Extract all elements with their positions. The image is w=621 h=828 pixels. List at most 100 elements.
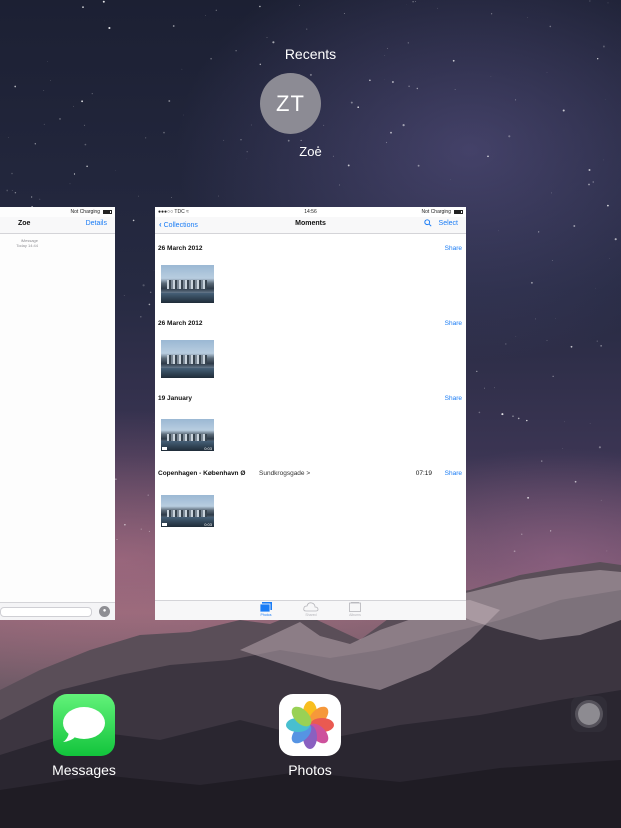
status-bar: ●●●○○ TDC ≈ 14:56 Not Charging [155,207,466,217]
moment-place-link[interactable]: Sundkrogsgade > [259,470,310,477]
moment-location: Copenhagen - København Ø [158,470,246,477]
search-icon[interactable] [424,219,432,229]
message-timestamp: Today 14:44 [16,243,38,248]
star [153,422,154,423]
share-button[interactable]: Share [445,395,462,402]
recents-title: Recents [284,46,337,62]
star [7,137,9,138]
star [515,99,517,101]
star [598,446,601,449]
share-button[interactable]: Share [445,320,462,327]
star [223,139,225,141]
star [527,496,530,499]
star [407,42,409,44]
star [564,421,565,423]
star [115,478,117,480]
share-button[interactable]: Share [445,245,462,252]
star [574,480,577,483]
star [218,195,219,197]
star [551,259,553,262]
star [73,105,75,107]
page-title: Moments [295,220,326,227]
photos-app-card[interactable]: ●●●○○ TDC ≈ 14:56 Not Charging ‹ Collect… [155,207,466,620]
star [266,37,268,38]
star [163,131,165,134]
battery-icon [103,210,112,214]
star [299,4,300,6]
star [81,100,84,103]
star [412,1,414,3]
photo-thumbnail[interactable] [161,265,214,303]
star [607,204,609,207]
star [603,159,605,161]
star [59,117,61,120]
star [501,413,504,416]
star [555,318,556,319]
tab-bar: Photos Shared Albums [155,600,466,620]
star [512,415,514,417]
moment-header: 19 January Share [158,395,462,405]
tab-albums[interactable]: Albums [344,602,366,617]
star [205,15,206,16]
share-button[interactable]: Share [445,470,462,477]
details-button[interactable]: Details [86,220,107,227]
star [530,281,533,284]
star [181,68,183,70]
video-thumbnail[interactable]: 0:03 [161,419,214,451]
star [39,198,41,200]
charging-status: Not Charging [70,209,100,215]
star [588,183,590,186]
star [535,318,536,320]
tab-shared[interactable]: Shared [300,602,322,617]
star [607,2,609,4]
star [140,528,142,530]
star [416,87,418,90]
star [391,80,394,84]
star [417,164,420,167]
star [83,124,86,127]
microphone-icon[interactable]: ● [99,606,110,617]
star [505,343,507,345]
star [140,315,142,318]
message-input[interactable] [0,607,92,617]
video-thumbnail[interactable]: 0:03 [161,495,214,527]
star [478,411,481,414]
status-bar: Not Charging [0,207,115,217]
tab-photos[interactable]: Photos [255,602,277,617]
star [437,7,438,9]
photos-app-icon[interactable] [279,694,341,756]
star [562,109,565,112]
photo-thumbnail[interactable] [161,340,214,378]
star [148,530,150,532]
star [551,192,553,194]
select-button[interactable]: Select [439,220,458,227]
assistive-touch-button[interactable] [571,696,607,732]
star [259,63,262,66]
star [476,370,478,373]
photos-flower-icon [286,701,334,749]
messages-app-card[interactable]: Not Charging Zoe Details iMessage Today … [0,207,115,620]
star [132,219,135,222]
star [171,197,172,198]
photos-app-label: Photos [288,762,332,778]
message-input-bar: ● [0,602,115,620]
moment-time: 07:19 [415,470,432,477]
star [31,196,33,198]
contact-avatar[interactable]: ZT [260,73,321,134]
messages-app-icon[interactable] [53,694,115,756]
battery-icon [454,209,463,214]
moment-header: 26 March 2012 Share [158,245,462,255]
star [123,295,125,296]
clock: 14:56 [304,209,317,215]
video-duration: 0:03 [204,522,212,527]
star [272,41,275,44]
star [357,106,360,109]
star [69,183,71,185]
moment-date: 26 March 2012 [158,245,203,252]
star [148,303,151,306]
star [589,0,591,2]
star [215,9,217,11]
star [538,231,540,233]
star [102,0,105,3]
star [168,100,171,102]
